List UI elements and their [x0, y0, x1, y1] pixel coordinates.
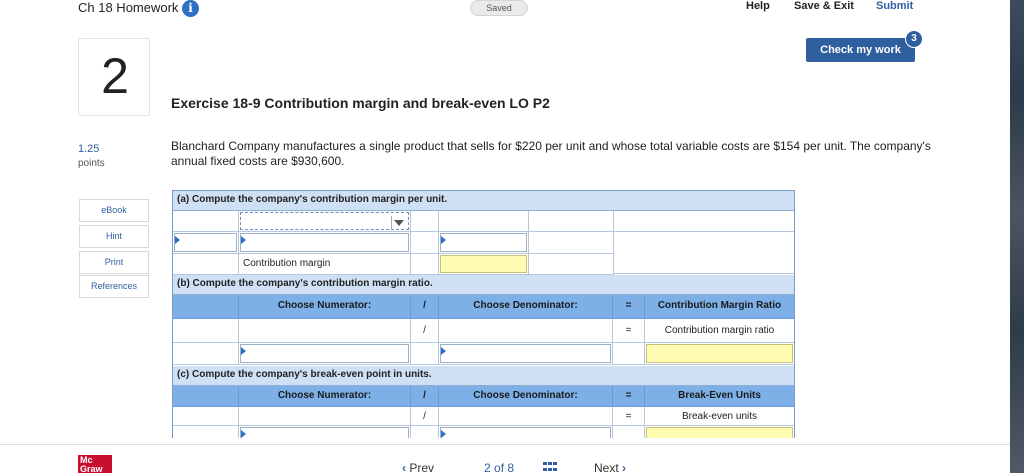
mcgraw-logo: Mc Graw — [78, 455, 112, 473]
check-attempts-badge: 3 — [905, 30, 923, 48]
section-c-column-header: Choose Numerator: / Choose Denominator: … — [173, 386, 794, 407]
c-denominator-header: Choose Denominator: — [439, 386, 613, 407]
b-denominator-input[interactable] — [440, 344, 611, 363]
problem-statement: Blanchard Company manufactures a single … — [171, 139, 931, 168]
flag-icon — [175, 236, 180, 244]
saved-status-badge: Saved — [470, 0, 528, 16]
page-indicator[interactable]: 2 of 8 — [484, 461, 514, 473]
question-number: 2 — [101, 48, 129, 104]
ebook-button[interactable]: eBook — [79, 199, 149, 222]
amount-input-1[interactable] — [174, 233, 237, 252]
amount-input-2[interactable] — [440, 233, 527, 252]
row-a-dropdown — [173, 211, 794, 232]
row-b-labels: / = Contribution margin ratio — [173, 319, 794, 343]
save-exit-link[interactable]: Save & Exit — [794, 0, 854, 12]
question-number-box: 2 — [78, 38, 150, 116]
points-value: 1.25 — [78, 143, 100, 155]
b-result-label: Contribution margin ratio — [645, 319, 794, 343]
c-equals-sign: = — [613, 407, 645, 426]
section-c-header: (c) Compute the company's break-even poi… — [173, 366, 794, 386]
flag-icon — [441, 430, 446, 438]
next-button[interactable]: Next › — [594, 461, 626, 473]
b-denominator-header: Choose Denominator: — [439, 295, 613, 319]
flag-icon — [241, 236, 246, 244]
prev-label: Prev — [409, 461, 435, 473]
section-b-header: (b) Compute the company's contribution m… — [173, 275, 794, 295]
account-select[interactable] — [240, 212, 409, 230]
break-even-units-input[interactable] — [646, 427, 793, 438]
chevron-left-icon: ‹ — [402, 461, 406, 473]
exercise-title: Exercise 18-9 Contribution margin and br… — [171, 95, 550, 111]
flag-icon — [441, 236, 446, 244]
c-result-label: Break-even units — [645, 407, 794, 426]
c-result-header: Break-Even Units — [645, 386, 794, 407]
contribution-margin-input[interactable] — [440, 255, 527, 273]
flag-icon — [441, 347, 446, 355]
b-result-header: Contribution Margin Ratio — [645, 295, 794, 319]
help-link[interactable]: Help — [746, 0, 770, 12]
submit-link[interactable]: Submit — [876, 0, 913, 12]
page-of: of — [494, 461, 505, 473]
hint-button[interactable]: Hint — [79, 225, 149, 248]
c-divide-header: / — [411, 386, 439, 407]
section-a-header: (a) Compute the company's contribution m… — [173, 191, 794, 211]
chevron-right-icon: › — [622, 461, 627, 473]
c-denominator-input[interactable] — [440, 427, 611, 438]
c-divide-sign: / — [411, 407, 439, 426]
page-current: 2 — [484, 461, 491, 473]
next-label: Next — [594, 461, 619, 473]
info-icon[interactable]: i — [182, 0, 199, 17]
c-numerator-header: Choose Numerator: — [239, 386, 411, 407]
row-a-inputs — [173, 232, 794, 274]
c-numerator-input[interactable] — [240, 427, 409, 438]
background-strip — [1010, 0, 1024, 473]
page-total: 8 — [507, 461, 515, 473]
row-contribution-margin: Contribution margin — [173, 254, 794, 275]
row-c-inputs — [173, 426, 794, 438]
chevron-down-icon — [394, 220, 404, 226]
b-numerator-header: Choose Numerator: — [239, 295, 411, 319]
contribution-margin-label: Contribution margin — [243, 258, 331, 269]
label-input-1[interactable] — [240, 233, 409, 252]
row-b-inputs — [173, 343, 794, 365]
prev-button[interactable]: ‹ Prev — [402, 461, 434, 473]
row-c-labels: / = Break-even units — [173, 407, 794, 426]
c-equals-header: = — [613, 386, 645, 407]
b-divide-sign: / — [411, 319, 439, 343]
section-b-column-header: Choose Numerator: / Choose Denominator: … — [173, 295, 794, 319]
print-button[interactable]: Print — [79, 251, 149, 274]
homework-title: Ch 18 Homework — [78, 0, 179, 15]
b-equals-header: = — [613, 295, 645, 319]
contribution-margin-ratio-input[interactable] — [646, 344, 793, 363]
flag-icon — [241, 347, 246, 355]
points-label: points — [78, 158, 105, 169]
references-button[interactable]: References — [79, 275, 149, 298]
b-equals-sign: = — [613, 319, 645, 343]
flag-icon — [241, 430, 246, 438]
top-bar: Ch 18 Homework i Saved Help Save & Exit … — [0, 0, 1010, 17]
app-window: Ch 18 Homework i Saved Help Save & Exit … — [0, 0, 1024, 473]
b-numerator-input[interactable] — [240, 344, 409, 363]
check-my-work-button[interactable]: Check my work — [806, 38, 915, 62]
worksheet: (a) Compute the company's contribution m… — [172, 190, 795, 438]
grid-icon[interactable] — [543, 462, 557, 473]
bottom-nav-bar: Mc Graw ‹ Prev 2 of 8 Next › — [0, 444, 1010, 473]
b-divide-header: / — [411, 295, 439, 319]
